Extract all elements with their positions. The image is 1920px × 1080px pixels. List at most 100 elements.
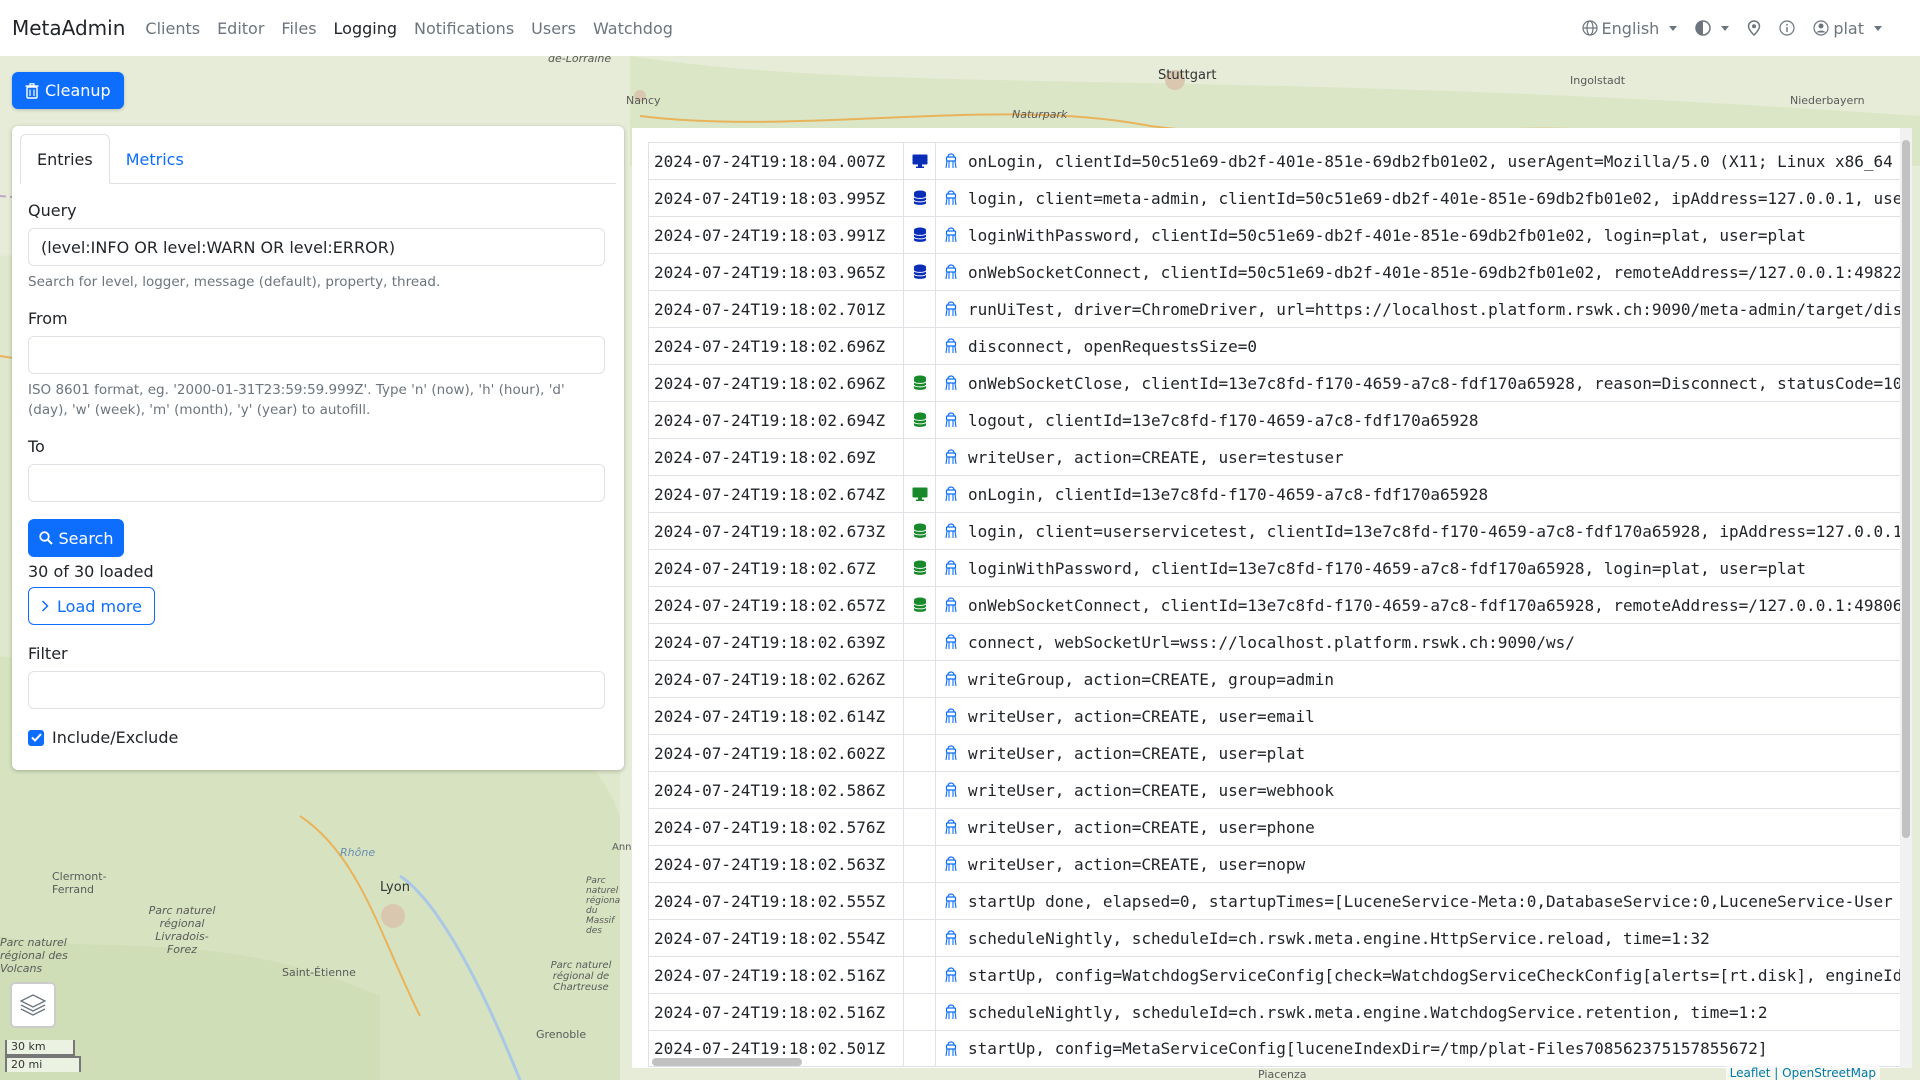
log-row[interactable]: 2024-07-24T19:18:02.701Z runUiTest, drive… [648,290,1910,327]
logger-icon[interactable] [936,819,966,835]
logger-icon[interactable] [936,930,966,946]
logger-icon[interactable] [936,708,966,724]
log-timestamp: 2024-07-24T19:18:02.67Z [648,550,904,586]
log-timestamp: 2024-07-24T19:18:02.563Z [648,846,904,882]
map-label-stuttgart: Stuttgart [1158,68,1217,83]
include-exclude-label[interactable]: Include/Exclude [52,728,178,747]
logger-icon[interactable] [936,967,966,983]
logger-icon[interactable] [936,375,966,391]
chevron-down-icon [1669,25,1678,31]
log-row[interactable]: 2024-07-24T19:18:02.673Z login, client=us… [648,512,1910,549]
logger-icon[interactable] [936,671,966,687]
log-message: startUp done, elapsed=0, startupTimes=[L… [968,891,1893,911]
log-timestamp: 2024-07-24T19:18:04.007Z [648,143,904,179]
logger-icon[interactable] [936,1004,966,1020]
logger-icon[interactable] [936,893,966,909]
logger-icon[interactable] [936,745,966,761]
log-timestamp: 2024-07-24T19:18:02.554Z [648,920,904,956]
log-timestamp: 2024-07-24T19:18:02.516Z [648,957,904,993]
log-row[interactable]: 2024-07-24T19:18:02.602Z writeUser, actio… [648,734,1910,771]
log-row[interactable]: 2024-07-24T19:18:02.555Z startUp done, el… [648,882,1910,919]
tab-entries[interactable]: Entries [20,134,110,184]
logger-icon[interactable] [936,449,966,465]
log-row[interactable]: 2024-07-24T19:18:02.576Z writeUser, actio… [648,808,1910,845]
logger-icon[interactable] [936,634,966,650]
logger-icon[interactable] [936,264,966,280]
search-button[interactable]: Search [28,519,124,557]
logger-icon[interactable] [936,856,966,872]
log-row[interactable]: 2024-07-24T19:18:02.674Z onLogin, clientI… [648,475,1910,512]
logger-icon[interactable] [936,486,966,502]
logger-icon[interactable] [936,597,966,613]
nav-link-editor[interactable]: Editor [217,19,264,38]
log-row[interactable]: 2024-07-24T19:18:03.965Z onWebSocketConne… [648,253,1910,290]
logger-icon[interactable] [936,560,966,576]
language-dropdown[interactable]: English [1581,19,1678,38]
log-row[interactable]: 2024-07-24T19:18:03.995Z login, client=me… [648,179,1910,216]
log-timestamp: 2024-07-24T19:18:03.991Z [648,217,904,253]
logger-icon[interactable] [936,338,966,354]
nav-link-users[interactable]: Users [531,19,576,38]
nav-link-watchdog[interactable]: Watchdog [593,19,673,38]
log-row[interactable]: 2024-07-24T19:18:02.626Z writeGroup, acti… [648,660,1910,697]
logger-icon[interactable] [936,412,966,428]
to-input[interactable] [28,464,605,502]
log-row[interactable]: 2024-07-24T19:18:02.67Z loginWithPassword… [648,549,1910,586]
load-more-button[interactable]: Load more [28,587,155,625]
query-input[interactable]: (level:INFO OR level:WARN OR level:ERROR… [28,228,605,266]
log-level-empty [904,735,936,771]
logger-icon[interactable] [936,523,966,539]
brand-logo[interactable]: MetaAdmin [12,16,125,40]
map-layers-control[interactable] [10,982,56,1028]
vertical-scrollbar-thumb[interactable] [1902,140,1910,838]
loaded-count: 30 of 30 loaded [28,562,154,581]
log-row[interactable]: 2024-07-24T19:18:02.69Z writeUser, action… [648,438,1910,475]
log-row[interactable]: 2024-07-24T19:18:02.586Z writeUser, actio… [648,771,1910,808]
log-row[interactable]: 2024-07-24T19:18:02.696Z onWebSocketClose… [648,364,1910,401]
logger-icon[interactable] [936,190,966,206]
logger-icon[interactable] [936,301,966,317]
nav-link-logging[interactable]: Logging [334,19,397,38]
location-button[interactable] [1747,20,1761,36]
cleanup-button[interactable]: Cleanup [12,72,124,109]
include-exclude-checkbox[interactable] [28,729,44,746]
nav-link-files[interactable]: Files [281,19,316,38]
log-row[interactable]: 2024-07-24T19:18:02.696Z disconnect, open… [648,327,1910,364]
log-level-empty [904,328,936,364]
log-row[interactable]: 2024-07-24T19:18:02.516Z startUp, config=… [648,956,1910,993]
logger-icon[interactable] [936,782,966,798]
info-button[interactable] [1779,20,1795,36]
theme-dropdown[interactable] [1695,20,1730,36]
vertical-scrollbar[interactable] [1900,128,1912,1068]
log-row[interactable]: 2024-07-24T19:18:02.563Z writeUser, actio… [648,845,1910,882]
map-attribution[interactable]: Leaflet | OpenStreetMap [1725,1066,1880,1080]
log-message: onWebSocketClose, clientId=13e7c8fd-f170… [968,373,1903,393]
search-icon [38,531,53,545]
log-message: disconnect, openRequestsSize=0 [968,336,1257,356]
log-row[interactable]: 2024-07-24T19:18:02.657Z onWebSocketConne… [648,586,1910,623]
from-input[interactable] [28,336,605,374]
log-row[interactable]: 2024-07-24T19:18:02.501Z startUp, config=… [648,1030,1910,1067]
nav-link-notifications[interactable]: Notifications [414,19,514,38]
log-message: onWebSocketConnect, clientId=13e7c8fd-f1… [968,595,1903,615]
map-label-piacenza: Piacenza [1258,1068,1307,1080]
log-message: scheduleNightly, scheduleId=ch.rswk.meta… [968,1002,1768,1022]
scale-mi: 20 mi [5,1056,81,1072]
filter-input[interactable] [28,671,605,709]
search-panel: Entries Metrics Query (level:INFO OR lev… [12,126,624,770]
tab-metrics[interactable]: Metrics [110,134,200,184]
log-timestamp: 2024-07-24T19:18:02.701Z [648,291,904,327]
log-row[interactable]: 2024-07-24T19:18:04.007Z onLogin, clientI… [648,142,1910,179]
log-row[interactable]: 2024-07-24T19:18:02.694Z logout, clientId… [648,401,1910,438]
log-row[interactable]: 2024-07-24T19:18:02.614Z writeUser, actio… [648,697,1910,734]
log-row[interactable]: 2024-07-24T19:18:03.991Z loginWithPasswor… [648,216,1910,253]
user-dropdown[interactable]: plat [1813,19,1882,38]
logger-icon[interactable] [936,227,966,243]
horizontal-scrollbar-thumb[interactable] [652,1058,802,1066]
log-row[interactable]: 2024-07-24T19:18:02.516Z scheduleNightly,… [648,993,1910,1030]
nav-link-clients[interactable]: Clients [145,19,200,38]
logger-icon[interactable] [936,153,966,169]
log-row[interactable]: 2024-07-24T19:18:02.639Z connect, webSock… [648,623,1910,660]
log-row[interactable]: 2024-07-24T19:18:02.554Z scheduleNightly,… [648,919,1910,956]
logger-icon[interactable] [936,1040,966,1057]
